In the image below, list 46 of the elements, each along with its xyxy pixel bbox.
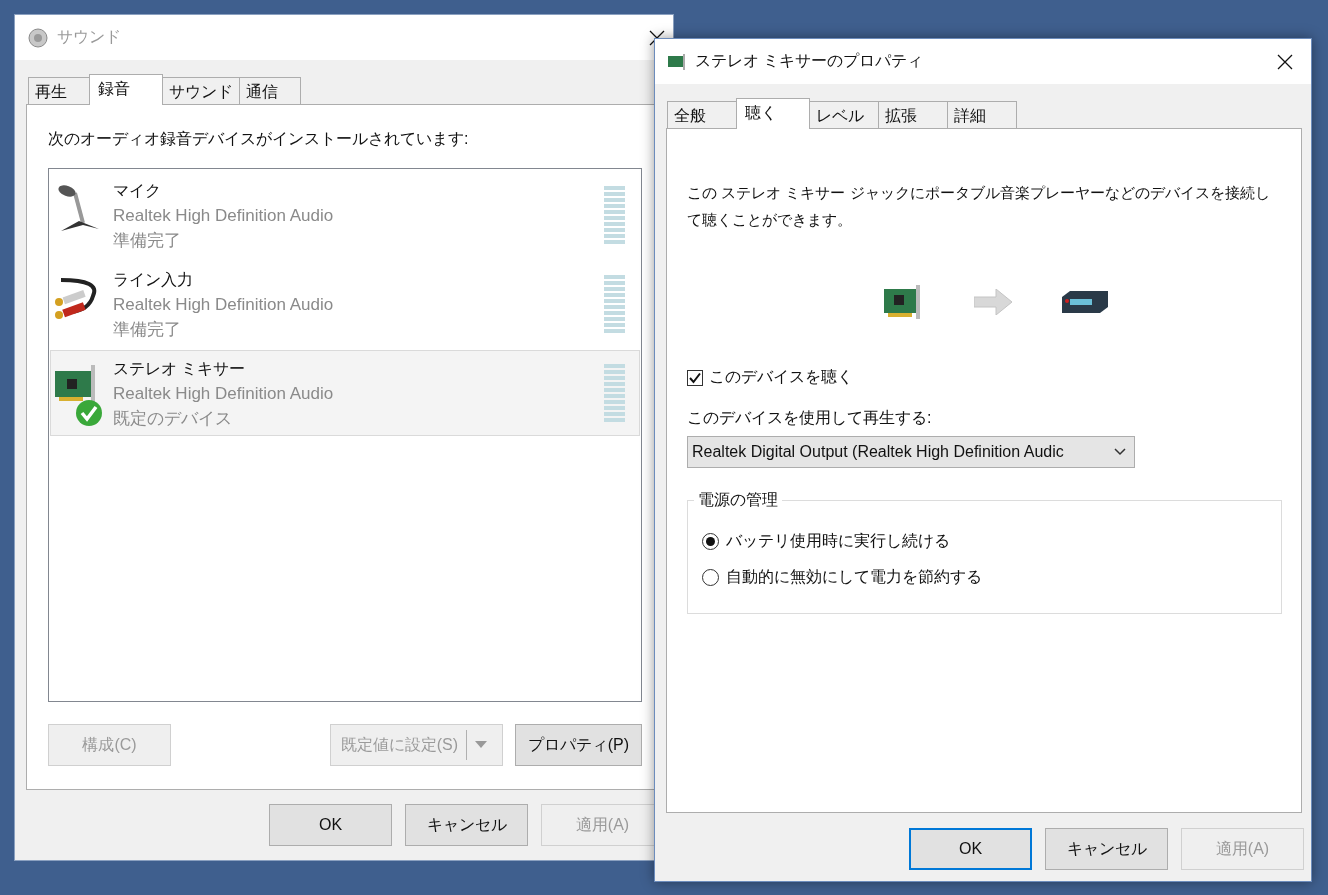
device-name: ライン入力	[113, 269, 194, 290]
window-title: サウンド	[57, 27, 122, 47]
dialog-button[interactable]: キャンセル	[1045, 828, 1168, 870]
device-status: 準備完了	[113, 318, 182, 340]
properties-button[interactable]: プロパティ(P)	[514, 724, 642, 766]
dialog-button[interactable]: キャンセル	[405, 804, 528, 846]
receiver-icon	[1060, 289, 1110, 315]
listen-checkbox[interactable]: このデバイスを聴く	[687, 367, 1283, 388]
device-name: マイク	[113, 180, 162, 201]
radio-option[interactable]: バッテリ使用時に実行し続ける	[702, 531, 1267, 552]
sound-card-icon	[667, 52, 687, 71]
description-text: この ステレオ ミキサー ジャックにポータブル音楽プレーヤーなどのデバイスを接続して聴くことができます。	[687, 183, 1271, 230]
radio-button[interactable]	[702, 533, 719, 550]
device-status: 既定のデバイス	[113, 407, 233, 429]
playback-label: このデバイスを使用して再生する:	[687, 408, 933, 428]
level-meter-icon	[604, 185, 625, 245]
speaker-icon	[27, 26, 49, 49]
caret-icon	[475, 741, 487, 749]
tab[interactable]: 再生	[28, 77, 90, 104]
device-driver: Realtek High Definition Audio	[113, 293, 335, 315]
tab[interactable]: 聴く	[736, 98, 810, 129]
device-item[interactable]: マイク Realtek High Definition Audio 準備完了	[50, 172, 640, 258]
tab[interactable]: 詳細	[947, 101, 1017, 128]
checkmark-badge-icon	[75, 399, 103, 427]
device-status: 準備完了	[113, 229, 182, 251]
instruction-text: 次のオーディオ録音デバイスがインストールされています:	[48, 129, 470, 149]
close-icon[interactable]	[1277, 53, 1293, 70]
tab[interactable]: 通信	[239, 77, 301, 104]
radio-option[interactable]: 自動的に無効にして電力を節約する	[702, 567, 1267, 588]
radio-button[interactable]	[702, 569, 719, 586]
checkbox[interactable]	[687, 369, 703, 386]
device-driver: Realtek High Definition Audio	[113, 382, 335, 404]
device-item[interactable]: ライン入力 Realtek High Definition Audio 準備完了	[50, 261, 640, 347]
tab[interactable]: 録音	[89, 74, 163, 105]
chevron-down-icon	[1114, 448, 1126, 456]
level-meter-icon	[604, 274, 625, 334]
tab[interactable]: 全般	[667, 101, 737, 128]
level-meter-icon	[604, 363, 625, 423]
device-name: ステレオ ミキサー	[113, 358, 247, 379]
device-item[interactable]: ステレオ ミキサー Realtek High Definition Audio 既定のデバイス	[50, 350, 640, 436]
dialog-button[interactable]: OK	[269, 804, 392, 846]
window-title: ステレオ ミキサーのプロパティ	[695, 51, 925, 71]
playback-device-dropdown[interactable]: Realtek Digital Output (Realtek High Definition Audic	[687, 436, 1135, 468]
dialog-button[interactable]: OK	[909, 828, 1032, 870]
device-driver: Realtek High Definition Audio	[113, 204, 335, 226]
arrow-icon	[974, 289, 1012, 315]
